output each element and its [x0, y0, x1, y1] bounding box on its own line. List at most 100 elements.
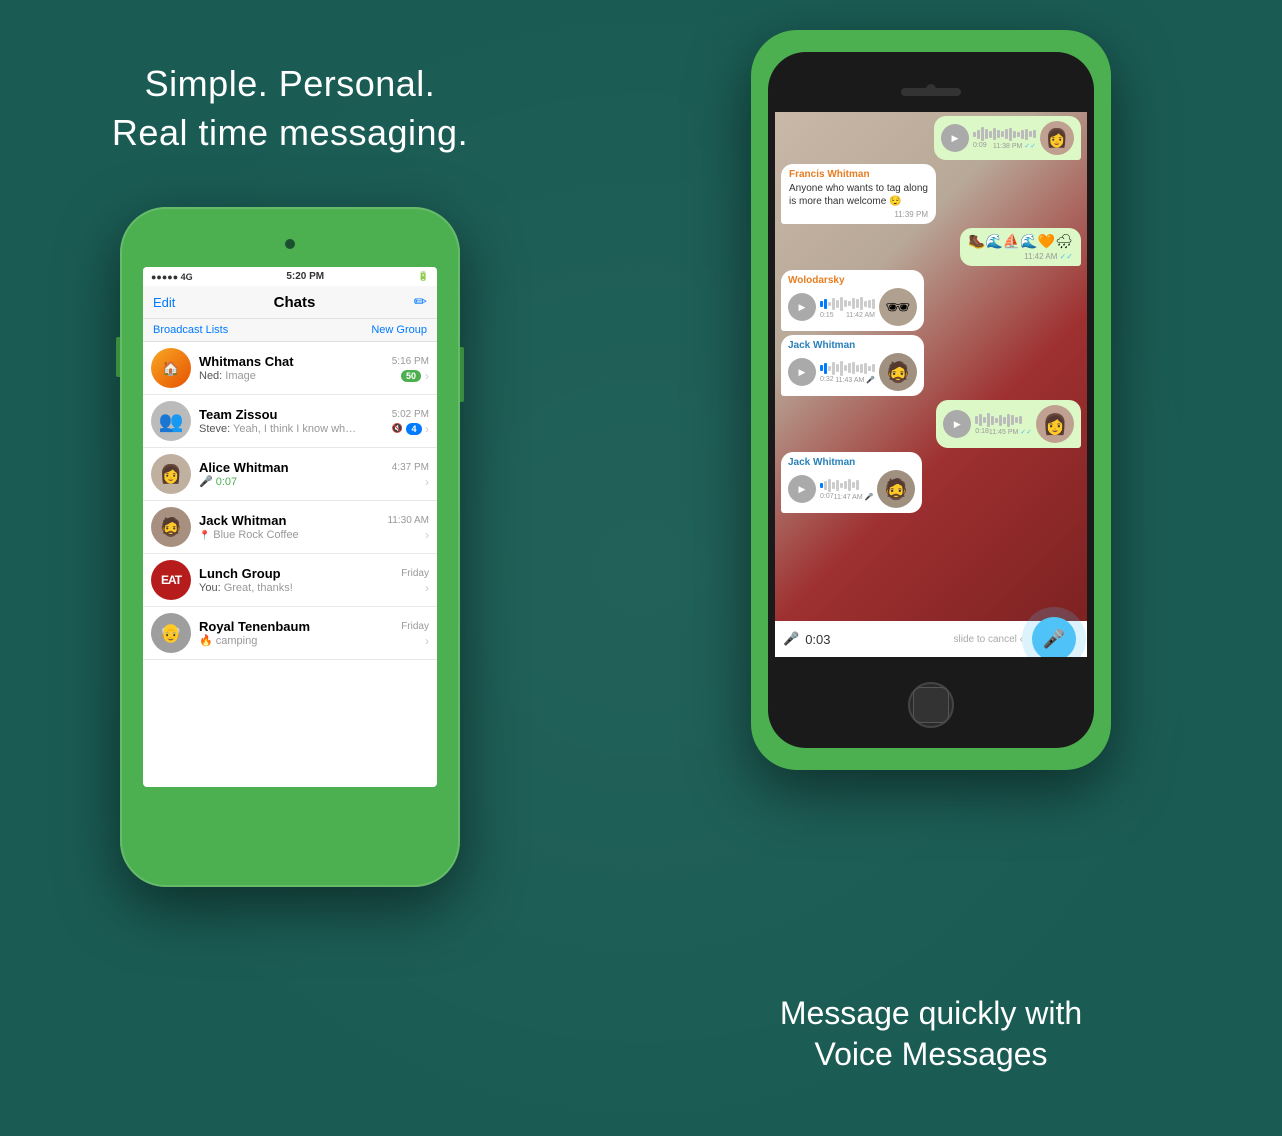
list-item[interactable]: EAT Lunch Group Friday You: Great, thank… — [143, 554, 437, 607]
voice-timestamp: 11:42 AM — [846, 312, 875, 319]
camera-icon — [926, 84, 936, 94]
voice-content: ▶ — [788, 288, 917, 326]
chat-name: Jack Whitman — [199, 513, 286, 528]
play-button[interactable]: ▶ — [788, 475, 816, 503]
waveform-container: 0:18 11:45 PM ✓✓ — [975, 412, 1032, 436]
list-item[interactable]: 👴 Royal Tenenbaum Friday 🔥 camping › — [143, 607, 437, 660]
new-group-link[interactable]: New Group — [371, 324, 427, 336]
unread-badge: 4 — [406, 423, 422, 435]
avatar: 🏠 — [151, 348, 191, 388]
record-button[interactable]: 🎤 — [1032, 617, 1076, 657]
phone-right-inner: ▶ — [768, 52, 1094, 748]
chevron-icon: › — [425, 581, 429, 595]
play-button[interactable]: ▶ — [943, 410, 971, 438]
play-button[interactable]: ▶ — [788, 358, 816, 386]
message-sender: Francis Whitman — [789, 169, 928, 180]
chevron-icon: › — [425, 634, 429, 648]
camera-icon — [285, 239, 295, 249]
message-row: Jack Whitman ▶ — [781, 335, 1081, 396]
list-item[interactable]: 🏠 Whitmans Chat 5:16 PM Ned: Image 50 › — [143, 342, 437, 395]
status-bar: ●●●●● 4G 5:20 PM 🔋 — [143, 267, 437, 286]
chat-content: Royal Tenenbaum Friday 🔥 camping › — [199, 619, 429, 648]
emoji-content: 🥾🌊⛵🌊🧡🌧 — [968, 233, 1073, 250]
chevron-icon: › — [425, 422, 429, 436]
broadcast-lists-link[interactable]: Broadcast Lists — [153, 324, 228, 336]
list-item[interactable]: 🧔 Jack Whitman 11:30 AM 📍 Blue Rock Coff… — [143, 501, 437, 554]
avatar: 👩 — [1036, 405, 1074, 443]
chat-time: 11:30 AM — [387, 515, 429, 526]
chat-content: Jack Whitman 11:30 AM 📍 Blue Rock Coffee… — [199, 513, 429, 542]
avatar: EAT — [151, 560, 191, 600]
message-row: Wolodarsky ▶ — [781, 270, 1081, 331]
volume-button — [116, 337, 120, 377]
compose-button[interactable]: ✏ — [414, 292, 427, 312]
avatar: 👩 — [1040, 121, 1074, 155]
message-row: ▶ — [781, 400, 1081, 448]
edit-button[interactable]: Edit — [153, 295, 175, 310]
chat-content: Alice Whitman 4:37 PM 🎤 0:07 › — [199, 460, 429, 489]
message-text: Anyone who wants to tag alongis more tha… — [789, 182, 928, 208]
chat-time: 4:37 PM — [392, 462, 429, 473]
text-message-incoming: Francis Whitman Anyone who wants to tag … — [781, 164, 936, 224]
message-row: 🥾🌊⛵🌊🧡🌧 11:42 AM ✓✓ — [781, 228, 1081, 266]
voice-duration: 0:32 — [820, 376, 834, 384]
voice-time-row: 0:15 11:42 AM — [820, 312, 875, 319]
home-button[interactable] — [908, 682, 954, 728]
avatar: 🧔 — [879, 353, 917, 391]
chat-preview: 🎤 0:07 — [199, 475, 237, 488]
app-layout: Simple. Personal. Real time messaging. ●… — [0, 0, 1282, 1136]
chat-content: Lunch Group Friday You: Great, thanks! › — [199, 566, 429, 595]
tagline: Simple. Personal. Real time messaging. — [112, 60, 468, 157]
chat-name: Royal Tenenbaum — [199, 619, 310, 634]
voice-timestamp: 11:47 AM 🎤 — [834, 493, 874, 501]
broadcast-bar: Broadcast Lists New Group — [143, 319, 437, 342]
voice-message-incoming: Jack Whitman ▶ — [781, 452, 922, 513]
chat-name: Team Zissou — [199, 407, 278, 422]
message-row: Jack Whitman ▶ — [781, 452, 1081, 513]
message-sender: Wolodarsky — [788, 275, 917, 286]
voice-message-incoming: Jack Whitman ▶ — [781, 335, 924, 396]
slide-to-cancel: slide to cancel ‹ — [954, 634, 1023, 645]
chevron-icon: › — [425, 369, 429, 383]
tagline-line1: Simple. Personal. — [145, 63, 436, 104]
chat-time: Friday — [401, 621, 429, 632]
mic-icon: 🎤 — [1043, 629, 1065, 650]
voice-time-row: 0:07 11:47 AM 🎤 — [820, 493, 873, 501]
chat-time: Friday — [401, 568, 429, 579]
voice-message-outgoing[interactable]: ▶ — [934, 116, 1081, 160]
chat-background: ▶ — [775, 112, 1087, 657]
voice-timestamp: 11:38 PM ✓✓ — [993, 142, 1036, 150]
chat-content: Whitmans Chat 5:16 PM Ned: Image 50 › — [199, 354, 429, 383]
right-panel: ▶ — [580, 0, 1282, 1136]
bottom-tagline-line2: Voice Messages — [814, 1036, 1047, 1072]
list-item[interactable]: 👥 Team Zissou 5:02 PM Steve: Yeah, I thi… — [143, 395, 437, 448]
waveform — [820, 296, 875, 312]
phone-right: ▶ — [751, 30, 1111, 770]
emoji-message-outgoing: 🥾🌊⛵🌊🧡🌧 11:42 AM ✓✓ — [960, 228, 1081, 266]
left-panel: Simple. Personal. Real time messaging. ●… — [0, 0, 580, 1136]
voice-content: ▶ — [788, 470, 915, 508]
waveform-container: 0:09 11:38 PM ✓✓ — [973, 126, 1036, 150]
recording-timer: 0:03 — [805, 632, 947, 647]
chat-name: Whitmans Chat — [199, 354, 294, 369]
avatar: 👩 — [151, 454, 191, 494]
voice-duration: 0:15 — [820, 312, 834, 319]
chat-preview: Ned: Image — [199, 370, 256, 382]
chat-preview: You: Great, thanks! — [199, 582, 293, 594]
power-button — [460, 347, 464, 402]
voice-message-incoming: Wolodarsky ▶ — [781, 270, 924, 331]
play-button[interactable]: ▶ — [941, 124, 969, 152]
record-button-container[interactable]: 🎤 — [1029, 614, 1079, 657]
voice-time-row: 0:18 11:45 PM ✓✓ — [975, 428, 1032, 436]
recording-bar: 🎤 0:03 slide to cancel ‹ 🎤 — [775, 621, 1087, 657]
message-sender: Jack Whitman — [788, 340, 917, 351]
play-button[interactable]: ▶ — [788, 293, 816, 321]
waveform-container: 0:32 11:43 AM 🎤 — [820, 360, 875, 384]
unread-badge: 50 — [401, 370, 421, 382]
battery-indicator: 🔋 — [418, 271, 429, 282]
message-time: 11:39 PM — [789, 210, 928, 219]
voice-content: ▶ — [788, 353, 917, 391]
tagline-line2: Real time messaging. — [112, 112, 468, 153]
list-item[interactable]: 👩 Alice Whitman 4:37 PM 🎤 0:07 › — [143, 448, 437, 501]
chevron-icon: › — [425, 475, 429, 489]
